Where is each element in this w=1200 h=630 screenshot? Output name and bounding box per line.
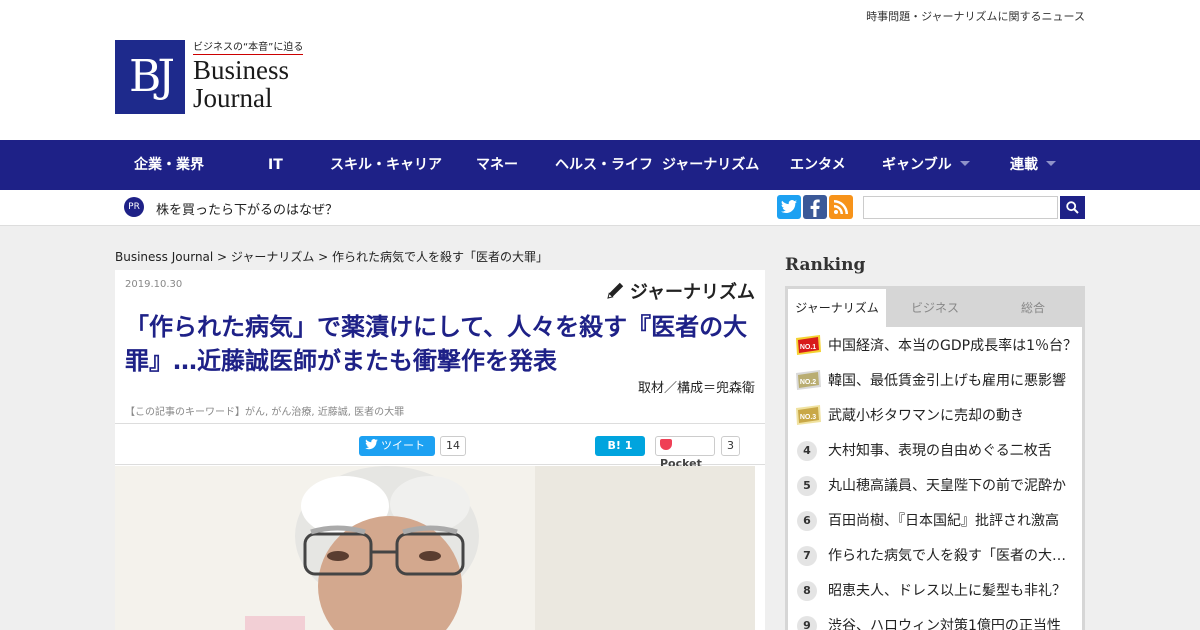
logo-word-business: Business — [193, 55, 290, 85]
article-category[interactable]: ジャーナリズム — [606, 278, 755, 304]
site-header: 時事問題・ジャーナリズムに関するニュース BJ ビジネスの“本音”に迫る Bus… — [0, 0, 1200, 140]
ranking-title: Ranking — [785, 255, 866, 275]
main-nav: 企業・業界 IT スキル・キャリア マネー ヘルス・ライフ ジャーナリズム エン… — [0, 140, 1200, 190]
hatena-bookmark-button[interactable]: B! 1 — [595, 436, 645, 456]
logo-mark: BJ — [115, 40, 185, 114]
ranking-item[interactable]: 7 作られた病気で人を殺す「医者の大罪」 — [788, 537, 1082, 572]
logo-word-journal: Journal — [193, 83, 273, 113]
nav-item-series[interactable]: 連載 — [1010, 140, 1056, 190]
chevron-down-icon — [959, 161, 970, 166]
search-icon — [1066, 201, 1079, 214]
site-tagline: 時事問題・ジャーナリズムに関するニュース — [866, 10, 1085, 23]
svg-text:NO.2: NO.2 — [800, 379, 816, 386]
pr-bar: PR 株を買ったら下がるのはなぜ？ — [0, 190, 1200, 226]
article-photo — [115, 466, 755, 630]
ranking-item[interactable]: 9 渋谷、ハロウィン対策1億円の正当性 — [788, 607, 1082, 630]
pocket-count: 3 — [721, 436, 740, 456]
rank-medal-gold-icon: NO.1 — [796, 335, 821, 355]
article-title: 「作られた病気」で薬漬けにして、人々を殺す『医者の大罪』…近藤誠医師がまたも衝撃… — [125, 313, 748, 375]
tweet-button[interactable]: ツイート — [359, 436, 435, 456]
chevron-down-icon — [1046, 161, 1056, 166]
ranking-list: NO.1 中国経済、本当のGDP成長率は1％台？ NO.2 韓国、最低賃金引上げ… — [788, 327, 1082, 630]
svg-text:NO.1: NO.1 — [800, 344, 816, 351]
pocket-icon — [660, 439, 672, 450]
nav-item-journalism[interactable]: ジャーナリズム — [662, 140, 759, 190]
tab-business[interactable]: ビジネス — [886, 289, 984, 327]
rank-medal-bronze-icon: NO.3 — [796, 405, 821, 425]
article-card: 2019.10.30 ジャーナリズム 「作られた病気」で薬漬けにして、人々を殺す… — [115, 270, 765, 630]
ranking-item[interactable]: NO.2 韓国、最低賃金引上げも雇用に悪影響 — [788, 362, 1082, 397]
twitter-icon — [365, 439, 378, 450]
pencil-icon — [607, 282, 624, 299]
ranking-item[interactable]: NO.1 中国経済、本当のGDP成長率は1％台？ — [788, 327, 1082, 362]
nav-item-health[interactable]: ヘルス・ライフ — [555, 140, 653, 190]
pr-badge: PR — [124, 197, 144, 217]
facebook-icon[interactable] — [803, 195, 827, 219]
ranking-item[interactable]: 5 丸山穂高議員、天皇陛下の前で泥酔か — [788, 467, 1082, 502]
nav-item-career[interactable]: スキル・キャリア — [330, 140, 442, 190]
search-button[interactable] — [1060, 196, 1085, 219]
nav-item-industry[interactable]: 企業・業界 — [134, 140, 204, 190]
nav-item-money[interactable]: マネー — [476, 140, 518, 190]
ranking-item[interactable]: 6 百田尚樹、『日本国紀』批評され激高 — [788, 502, 1082, 537]
tab-overall[interactable]: 総合 — [984, 289, 1082, 327]
ranking-item[interactable]: 8 昭恵夫人、ドレス以上に髪型も非礼？ — [788, 572, 1082, 607]
pr-link[interactable]: 株を買ったら下がるのはなぜ？ — [156, 199, 338, 218]
ranking-box: ジャーナリズム ビジネス 総合 NO.1 中国経済、本当のGDP成長率は1％台？… — [785, 286, 1085, 630]
article-keywords[interactable]: 【この記事のキーワード】がん, がん治療, 近藤誠, 医者の大罪 — [125, 403, 404, 418]
site-logo[interactable]: BJ ビジネスの“本音”に迫る Business Journal — [115, 38, 315, 118]
logo-subtitle: ビジネスの“本音”に迫る — [193, 38, 304, 55]
ranking-item[interactable]: 4 大村知事、表現の自由めぐる二枚舌 — [788, 432, 1082, 467]
article-author: 取材／構成＝兜森衛 — [637, 381, 755, 396]
rss-icon[interactable] — [829, 195, 853, 219]
breadcrumb[interactable]: Business Journal > ジャーナリズム > 作られた病気で人を殺す… — [115, 248, 548, 265]
pocket-button[interactable]: Pocket — [655, 436, 715, 470]
tweet-count: 14 — [440, 436, 466, 456]
sidebar: Ranking ジャーナリズム ビジネス 総合 NO.1 中国経済、本当のGDP… — [785, 255, 1085, 630]
search-input[interactable] — [863, 196, 1058, 219]
tab-journalism[interactable]: ジャーナリズム — [788, 289, 886, 327]
share-row: ツイート 14 B! 1 Pocket 3 — [115, 423, 765, 470]
twitter-icon[interactable] — [777, 195, 801, 219]
nav-item-it[interactable]: IT — [268, 140, 283, 190]
rank-medal-silver-icon: NO.2 — [796, 370, 821, 390]
article-date: 2019.10.30 — [125, 279, 183, 290]
svg-text:NO.3: NO.3 — [800, 414, 816, 421]
ranking-item[interactable]: NO.3 武蔵小杉タワマンに売却の動き — [788, 397, 1082, 432]
nav-item-gamble[interactable]: ギャンブル — [882, 140, 970, 190]
nav-item-entertainment[interactable]: エンタメ — [790, 140, 846, 190]
